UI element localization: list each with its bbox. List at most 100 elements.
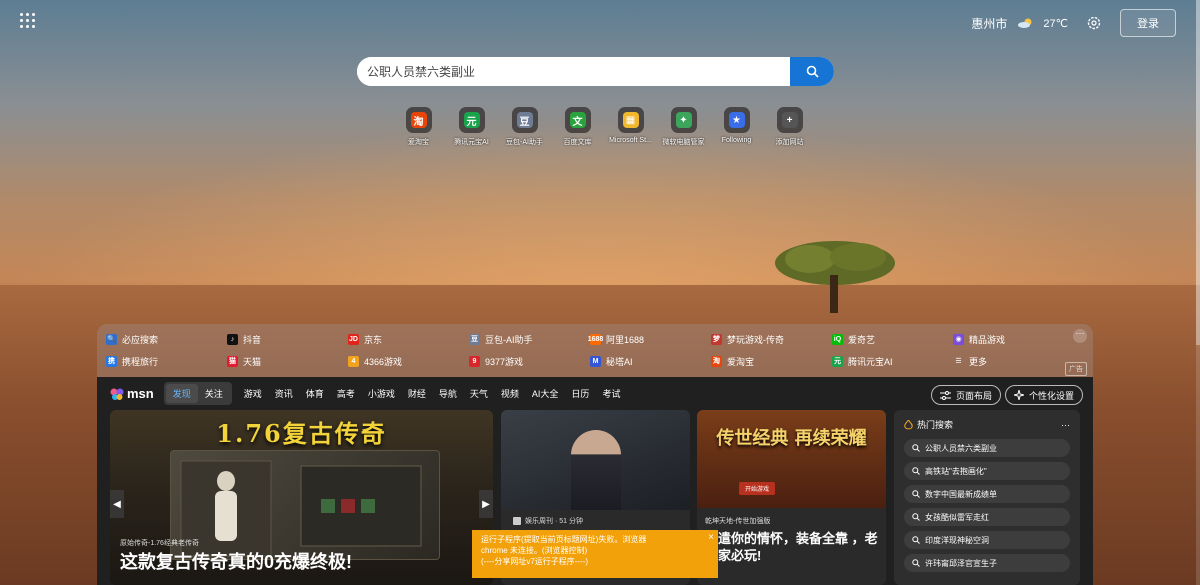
quick-link-label: 9377游戏 — [485, 356, 524, 367]
shortcut-pc-manager[interactable]: ✦ 微软电脑管家 — [657, 107, 710, 147]
hot-search-item[interactable]: 公职人员禁六类副业 — [904, 439, 1070, 457]
quick-link-label: 抖音 — [243, 334, 262, 345]
nav-finance[interactable]: 财经 — [408, 387, 426, 400]
quick-link-item[interactable]: 🔍 必应搜索 — [106, 331, 227, 347]
hero-game-image — [170, 450, 440, 560]
carousel-prev-button[interactable]: ◀ — [110, 490, 124, 518]
msn-nav: msn 发现 关注 游戏 资讯 体育 高考 小游戏 财经 导航 天气 视频 AI… — [97, 377, 1093, 410]
quick-link-item[interactable]: M 秘塔AI — [590, 353, 711, 369]
quick-link-item[interactable]: 猫天猫 — [227, 353, 348, 369]
quick-link-item[interactable]: ♪ 抖音 — [227, 331, 348, 347]
shortcut-tiles: 淘爱淘宝元腾讯元宝AI 豆豆包-AI助手文百度文库 ▦ Microsoft St...… — [392, 107, 816, 147]
hot-search-text: 女孩酷似雷军走红 — [925, 512, 989, 522]
links-more-icon[interactable]: ··· — [1073, 329, 1087, 343]
scrollbar[interactable] — [1196, 0, 1200, 585]
sparkle-icon — [1014, 390, 1024, 400]
location-city[interactable]: 惠州市 — [971, 15, 1007, 32]
shortcut-wenku[interactable]: 文百度文库 — [551, 107, 604, 147]
hot-search-list: 公职人员禁六类副业 高铁站"去抱画化" 数字中国最新成绩单女孩酷似雷军走红 印度洋现神… — [894, 439, 1080, 572]
hot-search-item[interactable]: 数字中国最新成绩单 — [904, 485, 1070, 503]
quick-link-item[interactable]: 豆豆包-AI助手 — [469, 331, 590, 347]
shortcut-tile: ▦ — [617, 107, 644, 133]
search-icon — [912, 467, 920, 475]
jd-icon: JD — [348, 333, 359, 345]
shortcut-add-site[interactable]: + 添加网站 — [763, 107, 816, 147]
quick-link-item[interactable]: 9 9377游戏 — [469, 353, 590, 369]
feed-tabs: 发现 关注 — [163, 382, 232, 405]
shortcut-tile: + — [776, 107, 803, 133]
taobao-icon: 淘 — [410, 112, 427, 128]
quick-link-item[interactable]: JD 京东 — [348, 331, 469, 347]
hot-search-text: 印度洋现神秘空洞 — [925, 535, 989, 545]
quick-link-label: 爱奇艺 — [848, 334, 876, 345]
hot-search-item[interactable]: 女孩酷似雷军走红 — [904, 508, 1070, 526]
apps-grid-icon[interactable] — [20, 13, 36, 29]
shortcut-taobao[interactable]: 淘爱淘宝 — [392, 107, 445, 147]
quick-link-label: 秘塔AI — [606, 356, 633, 367]
nav-news[interactable]: 资讯 — [275, 387, 293, 400]
ad-tag: 广告 — [1065, 362, 1087, 376]
shortcut-yuanbao[interactable]: 元腾讯元宝AI — [445, 107, 498, 147]
quick-link-item[interactable]: ◉ 精品游戏 — [953, 331, 1074, 347]
tab-following[interactable]: 关注 — [198, 384, 230, 403]
hero-headline[interactable]: 这款复古传奇真的0充爆终极! — [120, 548, 352, 574]
page-layout-button[interactable]: 页面布局 — [931, 385, 1002, 405]
quick-link-item[interactable]: 4 4366游戏 — [348, 353, 469, 369]
quick-links-grid: 🔍 必应搜索 ♪ 抖音 JD 京东豆豆包-AI助手 1688 阿里1688 梦梦玩游戏-传奇 iQ… — [106, 331, 1074, 369]
nav-exam[interactable]: 考试 — [602, 387, 620, 400]
shortcut-label: 添加网站 — [775, 139, 804, 146]
tmall-icon: 猫 — [227, 355, 238, 367]
quick-links-panel: 🔍 必应搜索 ♪ 抖音 JD 京东豆豆包-AI助手 1688 阿里1688 梦梦玩游戏-传奇 iQ… — [97, 324, 1093, 377]
nav-sports[interactable]: 体育 — [306, 387, 324, 400]
nav-games[interactable]: 游戏 — [244, 387, 262, 400]
quick-link-item[interactable]: iQ 爱奇艺 — [832, 331, 953, 347]
nav-navigation[interactable]: 导航 — [439, 387, 457, 400]
doubao-icon: 豆 — [516, 112, 533, 128]
card2-source-text: 娱乐周刊 · 51 分钟 — [525, 518, 583, 525]
quick-link-item[interactable]: 携携程旅行 — [106, 353, 227, 369]
quick-link-label: 4366游戏 — [364, 356, 403, 367]
quick-link-item[interactable]: 梦梦玩游戏-传奇 — [711, 331, 832, 347]
hot-search-more[interactable]: ··· — [1061, 420, 1070, 430]
quick-link-item[interactable]: ☰ 更多 — [953, 353, 1074, 369]
quick-link-label: 精品游戏 — [969, 334, 1006, 345]
hot-search-item[interactable]: 印度洋现神秘空洞 — [904, 531, 1070, 549]
shortcut-following[interactable]: ★ Following — [710, 107, 763, 147]
gear-icon[interactable] — [1086, 15, 1102, 31]
search-icon — [912, 490, 920, 498]
hot-search-item[interactable]: 高铁站"去抱画化" — [904, 462, 1070, 480]
quick-link-item[interactable]: 淘爱淘宝 — [711, 353, 832, 369]
ad-card-game[interactable]: 传世经典 再续荣耀 开始游戏 乾坤天地-传世加强版 消遣你的情怀，装备全靠 ，老… — [697, 410, 886, 585]
hero-card[interactable]: 1.76复古传奇 ◀ ▶ 原始传奇-1.76经典老传奇 这款复古传奇真的0充爆终… — [110, 410, 493, 585]
tab-discover[interactable]: 发现 — [165, 384, 198, 403]
quick-link-label: 更多 — [969, 356, 988, 367]
nav-mini-games[interactable]: 小游戏 — [368, 387, 395, 400]
nav-calendar[interactable]: 日历 — [571, 387, 589, 400]
carousel-next-button[interactable]: ▶ — [479, 490, 493, 518]
ms-store-icon: ▦ — [622, 112, 639, 128]
nav-video[interactable]: 视频 — [501, 387, 519, 400]
scrollbar-thumb[interactable] — [1196, 0, 1200, 345]
add-site-icon: + — [781, 112, 798, 128]
publisher-icon — [513, 517, 521, 525]
msn-logo[interactable]: msn — [110, 386, 154, 401]
close-icon[interactable]: × — [708, 532, 714, 543]
quick-link-item[interactable]: 1688 阿里1688 — [588, 331, 711, 347]
shortcut-doubao[interactable]: 豆豆包-AI助手 — [498, 107, 551, 147]
shortcut-ms-store[interactable]: ▦ Microsoft St... — [604, 107, 657, 147]
nav-ai[interactable]: AI大全 — [532, 387, 559, 400]
person-photo — [571, 430, 621, 510]
msn-butterfly-icon — [110, 388, 124, 400]
quick-link-label: 豆包-AI助手 — [485, 334, 533, 345]
nav-gaokao[interactable]: 高考 — [337, 387, 355, 400]
personalize-button[interactable]: 个性化设置 — [1005, 385, 1084, 405]
hot-search-item[interactable]: 许玮甯邱泽官宣生子 — [904, 554, 1070, 572]
search-button[interactable] — [790, 57, 834, 86]
search-input[interactable] — [357, 57, 790, 86]
toast-line-1: 运行子程序(提取当前页标题网址)失败。浏览器 — [481, 535, 647, 544]
nav-weather[interactable]: 天气 — [470, 387, 488, 400]
quick-link-item[interactable]: 元腾讯元宝AI — [832, 353, 953, 369]
login-button[interactable]: 登录 — [1120, 9, 1176, 37]
shortcut-tile: 豆 — [511, 107, 538, 133]
quick-link-label: 爱淘宝 — [727, 356, 755, 367]
